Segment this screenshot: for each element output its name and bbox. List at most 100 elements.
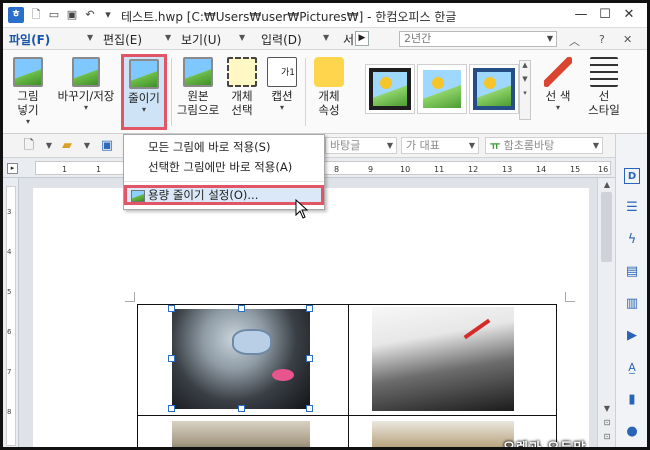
quick-access-menu-icon[interactable]: ▾ — [101, 8, 115, 22]
insert-picture-icon — [13, 57, 43, 87]
caption-button[interactable]: 가1 캡션 ▾ — [263, 54, 301, 130]
paragraph-style-combo[interactable]: 바탕글 ▼ — [325, 137, 397, 154]
chevron-down-icon[interactable]: ▼ — [41, 138, 57, 154]
vruler-number: 8 — [7, 408, 12, 416]
chevron-down-icon[interactable]: ▼ — [79, 138, 95, 154]
hwp-app-icon[interactable]: ㅎ — [8, 7, 24, 23]
chevron-down-icon[interactable]: ▼ — [520, 75, 530, 83]
watermark-text: 오렌과 오두막 — [503, 441, 587, 450]
doc-close-icon[interactable]: ✕ — [623, 33, 632, 46]
ribbon-collapse-icon[interactable]: ︿ — [569, 33, 580, 49]
ribbon-separator — [305, 58, 306, 126]
picture-style-thumb-black-border[interactable] — [365, 64, 415, 114]
resize-handle[interactable] — [306, 355, 313, 362]
new-document-icon[interactable]: 🗋 — [21, 138, 37, 154]
document-page[interactable]: 오렌과 오두막 — [33, 188, 589, 450]
help-icon[interactable]: ? — [599, 33, 605, 46]
menu-edit[interactable]: 편집(E) — [103, 31, 142, 48]
scroll-down-icon[interactable]: ▼ — [601, 404, 613, 416]
close-window-button[interactable]: ✕ — [617, 6, 641, 24]
resize-handle[interactable] — [168, 405, 175, 412]
menu-reduce-size-settings[interactable]: 용량 줄이기 설정(O)... — [124, 185, 324, 205]
resize-handle[interactable] — [238, 405, 245, 412]
replace-save-button[interactable]: 바꾸기/저장 ▾ — [53, 54, 119, 130]
document-icon[interactable]: ▤ — [624, 264, 640, 280]
font-name-combo[interactable]: ㅠ 함초롬바탕 ▼ — [485, 137, 603, 154]
resize-handle[interactable] — [306, 405, 313, 412]
page-down-icon[interactable]: ⊡ — [601, 432, 613, 444]
chevron-up-icon[interactable]: ▲ — [520, 61, 530, 69]
bookmark-icon[interactable]: ▮ — [624, 392, 640, 408]
chevron-down-icon[interactable]: ▼ — [547, 32, 553, 46]
save-disk-icon[interactable]: ▣ — [99, 138, 115, 154]
font-language-combo[interactable]: 가 대표 ▼ — [401, 137, 479, 154]
resize-handle[interactable] — [306, 305, 313, 312]
line-color-label: 선 색 — [545, 89, 571, 103]
picture-style-thumb-plain[interactable] — [417, 64, 467, 114]
d-icon[interactable]: D — [624, 168, 640, 184]
picture-table[interactable] — [137, 304, 557, 447]
menu-view[interactable]: 보기(U) — [181, 31, 221, 48]
line-style-button[interactable]: 선 스타일 — [581, 54, 627, 130]
maximize-button[interactable]: ☐ — [593, 6, 617, 24]
vertical-ruler[interactable]: 3 4 5 6 7 8 — [3, 178, 19, 447]
scroll-thumb[interactable] — [601, 192, 612, 262]
new-doc-icon[interactable]: 🗋 — [29, 8, 43, 22]
select-object-button[interactable]: 개체 선택 — [223, 54, 261, 130]
resize-handle[interactable] — [238, 305, 245, 312]
select-object-label: 개체 선택 — [231, 89, 253, 117]
menu-combo-value: 2년간 — [404, 32, 432, 45]
list-icon[interactable]: ☰ — [624, 200, 640, 216]
table-picture[interactable] — [372, 307, 514, 411]
resize-handle[interactable] — [168, 355, 175, 362]
ruler-corner-icon[interactable]: ▸ — [7, 163, 18, 174]
lightning-icon[interactable]: ϟ — [624, 232, 640, 248]
table-picture[interactable] — [172, 421, 310, 447]
table-picture[interactable] — [372, 421, 514, 447]
menu-more-arrow-icon[interactable]: ▶ — [355, 31, 369, 46]
open-folder-icon[interactable]: ▰ — [59, 138, 75, 154]
open-folder-icon[interactable]: ▭ — [47, 8, 61, 22]
menu-insert-chevron-icon[interactable]: ▼ — [323, 33, 329, 42]
selected-picture[interactable] — [172, 309, 310, 409]
reduce-picture-button[interactable]: 줄이기 ▾ — [121, 54, 167, 130]
vertical-scrollbar[interactable]: ▲ ▼ ⊡ ⊡ — [597, 178, 615, 447]
scroll-up-icon[interactable]: ▲ — [601, 180, 613, 192]
ruler-number: 16 — [598, 165, 609, 174]
save-icon[interactable]: ▣ — [65, 8, 79, 22]
minimize-button[interactable]: — — [569, 6, 593, 24]
original-picture-button[interactable]: 원본 그림으로 — [173, 54, 223, 130]
menu-search-combo[interactable]: 2년간 ▼ — [399, 31, 557, 47]
object-properties-button[interactable]: 개체 속성 — [309, 54, 349, 130]
vertical-ruler-band — [6, 186, 16, 446]
undo-icon[interactable]: ↶ — [83, 8, 97, 22]
ruler-number: 10 — [400, 165, 411, 174]
chevron-down-icon[interactable]: ▼ — [469, 138, 475, 153]
title-bar: ㅎ 🗋 ▭ ▣ ↶ ▾ 테스트.hwp [C:₩Users₩user₩Pictu… — [3, 3, 647, 28]
clipboard-icon[interactable]: ▥ — [624, 296, 640, 312]
caption-label: 캡션 — [271, 89, 293, 103]
page-up-icon[interactable]: ⊡ — [601, 418, 613, 430]
menu-file-chevron-icon[interactable]: ▼ — [87, 33, 93, 42]
menu-apply-all-pictures[interactable]: 모든 그림에 바로 적용(S) — [124, 137, 324, 157]
spellcheck-icon[interactable]: A̲ — [624, 360, 640, 376]
menu-format-partial[interactable]: 서 — [343, 31, 354, 48]
menu-insert[interactable]: 입력(D) — [261, 31, 302, 48]
flower-icon — [484, 77, 496, 89]
picture-style-thumb-blue-border[interactable] — [469, 64, 519, 114]
chevron-down-icon[interactable]: ▼ — [593, 138, 599, 153]
gallery-more-icon[interactable]: ▾ — [520, 89, 530, 97]
insert-picture-button[interactable]: 그림 넣기 ▾ — [7, 54, 49, 130]
menu-view-chevron-icon[interactable]: ▼ — [239, 33, 245, 42]
reduce-picture-label: 줄이기 — [128, 91, 160, 105]
picture-style-scroll[interactable]: ▲ ▼ ▾ — [519, 60, 531, 120]
resize-handle[interactable] — [168, 305, 175, 312]
menu-apply-selected-picture[interactable]: 선택한 그림에만 바로 적용(A) — [124, 157, 324, 177]
menu-edit-chevron-icon[interactable]: ▼ — [165, 33, 171, 42]
user-icon[interactable]: ● — [624, 424, 640, 440]
play-icon[interactable]: ▶ — [624, 328, 640, 344]
line-color-button[interactable]: 선 색 ▾ — [537, 54, 579, 130]
font-language-value: 대표 — [419, 139, 440, 152]
chevron-down-icon[interactable]: ▼ — [387, 138, 393, 153]
menu-file[interactable]: 파일(F) — [9, 31, 50, 48]
